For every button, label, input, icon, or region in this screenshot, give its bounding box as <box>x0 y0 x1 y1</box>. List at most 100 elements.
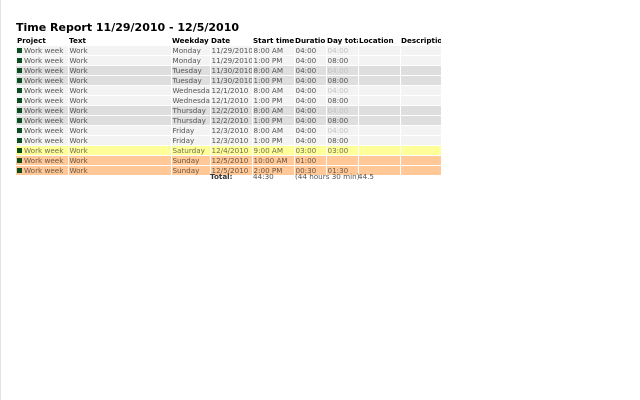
column-header-text[interactable]: Text <box>68 36 171 46</box>
cell-project: Work week <box>16 105 69 116</box>
cell-location <box>358 155 401 166</box>
cell-weekday: Tuesday <box>171 65 211 76</box>
cell-date: 11/29/2010 <box>210 55 253 66</box>
cell-description <box>400 135 442 146</box>
table-row[interactable]: Work week Work Thursday 12/2/2010 1:00 PM 04:… <box>16 115 442 126</box>
column-header-start-time[interactable]: Start time <box>252 36 294 46</box>
table-row[interactable]: Work week Work Monday 11/29/2010 1:00 PM 04:0… <box>16 55 442 66</box>
cell-location <box>358 115 401 126</box>
cell-location <box>358 135 401 146</box>
project-color-icon <box>17 107 22 113</box>
cell-date: 12/2/2010 <box>210 105 253 116</box>
cell-text: Work <box>68 65 172 76</box>
cell-weekday: Sunday <box>171 155 211 166</box>
cell-project: Work week <box>16 115 69 126</box>
cell-date: 12/2/2010 <box>210 115 253 126</box>
table-row[interactable]: Work week Work Friday 12/3/2010 8:00 AM 04:00… <box>16 125 442 136</box>
cell-text: Work <box>68 165 172 176</box>
cell-date: 11/29/2010 <box>210 46 253 56</box>
cell-text: Work <box>68 105 172 116</box>
cell-weekday: Friday <box>171 135 211 146</box>
project-name: Work week <box>24 46 64 55</box>
table-row[interactable]: Work week Work Wednesday 12/1/2010 8:00 AM 04… <box>16 85 442 96</box>
cell-weekday: Tuesday <box>171 75 211 86</box>
project-color-icon <box>17 117 22 123</box>
cell-day-total <box>326 155 359 166</box>
column-header-day-total[interactable]: Day total <box>326 36 358 46</box>
project-name: Work week <box>24 105 64 115</box>
cell-project: Work week <box>16 46 69 56</box>
cell-text: Work <box>68 75 172 86</box>
project-color-icon <box>17 147 22 153</box>
cell-location <box>358 145 401 156</box>
cell-weekday: Friday <box>171 125 211 136</box>
table-row[interactable]: Work week Work Tuesday 11/30/2010 8:00 AM 04:… <box>16 65 442 76</box>
cell-text: Work <box>68 55 172 66</box>
cell-weekday: Monday <box>171 55 211 66</box>
cell-duration: 04:00 <box>294 115 327 126</box>
cell-start-time: 8:00 AM <box>252 65 295 76</box>
column-header-date[interactable]: Date <box>210 36 252 46</box>
cell-duration: 04:00 <box>294 75 327 86</box>
table-header-row: Project Text Weekday Date Start time Dur… <box>16 36 441 46</box>
table-row[interactable]: Work week Work Monday 11/29/2010 8:00 AM 04:0… <box>16 46 442 56</box>
table-row[interactable]: Work week Work Sunday 12/5/2010 10:00 AM 01:0… <box>16 155 442 166</box>
project-color-icon <box>17 137 22 143</box>
cell-day-total: 04:00 <box>326 125 359 136</box>
column-header-description[interactable]: Description <box>400 36 441 46</box>
cell-duration: 04:00 <box>294 105 327 116</box>
cell-start-time: 1:00 PM <box>252 115 295 126</box>
cell-project: Work week <box>16 125 69 136</box>
cell-description <box>400 55 442 66</box>
cell-location <box>358 75 401 86</box>
cell-date: 12/4/2010 <box>210 145 253 156</box>
cell-day-total: 08:00 <box>326 55 359 66</box>
cell-project: Work week <box>16 145 69 156</box>
cell-weekday: Monday <box>171 46 211 56</box>
cell-text: Work <box>68 95 172 106</box>
column-header-duration[interactable]: Duration <box>294 36 326 46</box>
cell-weekday: Wednesday <box>171 85 211 96</box>
total-duration: 44:30 <box>253 172 274 181</box>
project-color-icon <box>17 67 22 73</box>
cell-weekday: Saturday <box>171 145 211 156</box>
cell-location <box>358 105 401 116</box>
cell-duration: 01:00 <box>294 155 327 166</box>
cell-day-total: 04:00 <box>326 85 359 96</box>
cell-description <box>400 85 442 96</box>
project-name: Work week <box>24 65 64 75</box>
table-row[interactable]: Work week Work Wednesday 12/1/2010 1:00 PM 04… <box>16 95 442 106</box>
cell-description <box>400 165 442 176</box>
cell-text: Work <box>68 155 172 166</box>
project-name: Work week <box>24 115 64 125</box>
cell-location <box>358 46 401 56</box>
cell-duration: 04:00 <box>294 46 327 56</box>
table-row[interactable]: Work week Work Thursday 12/2/2010 8:00 AM 04:… <box>16 105 442 116</box>
table-row[interactable]: Work week Work Friday 12/3/2010 1:00 PM 04:00… <box>16 135 442 146</box>
cell-text: Work <box>68 145 172 156</box>
column-header-weekday[interactable]: Weekday <box>171 36 210 46</box>
cell-text: Work <box>68 46 172 56</box>
page-left-border <box>0 0 1 400</box>
cell-date: 12/3/2010 <box>210 135 253 146</box>
cell-day-total: 08:00 <box>326 95 359 106</box>
column-header-location[interactable]: Location <box>358 36 400 46</box>
total-duration-verbose: (44 hours 30 min) <box>295 172 360 181</box>
cell-text: Work <box>68 125 172 136</box>
total-hours-decimal: 44.5 <box>358 172 375 181</box>
project-color-icon <box>17 57 22 63</box>
cell-start-time: 9:00 AM <box>252 145 295 156</box>
cell-day-total: 08:00 <box>326 115 359 126</box>
cell-start-time: 1:00 PM <box>252 75 295 86</box>
cell-location <box>358 95 401 106</box>
column-header-project[interactable]: Project <box>16 36 68 46</box>
project-color-icon <box>17 97 22 103</box>
table-row[interactable]: Work week Work Tuesday 11/30/2010 1:00 PM 04:… <box>16 75 442 86</box>
cell-start-time: 8:00 AM <box>252 105 295 116</box>
cell-project: Work week <box>16 95 69 106</box>
cell-weekday: Thursday <box>171 115 211 126</box>
cell-description <box>400 155 442 166</box>
cell-description <box>400 145 442 156</box>
table-row[interactable]: Work week Work Saturday 12/4/2010 9:00 AM 03:… <box>16 145 442 156</box>
project-color-icon <box>17 167 22 173</box>
